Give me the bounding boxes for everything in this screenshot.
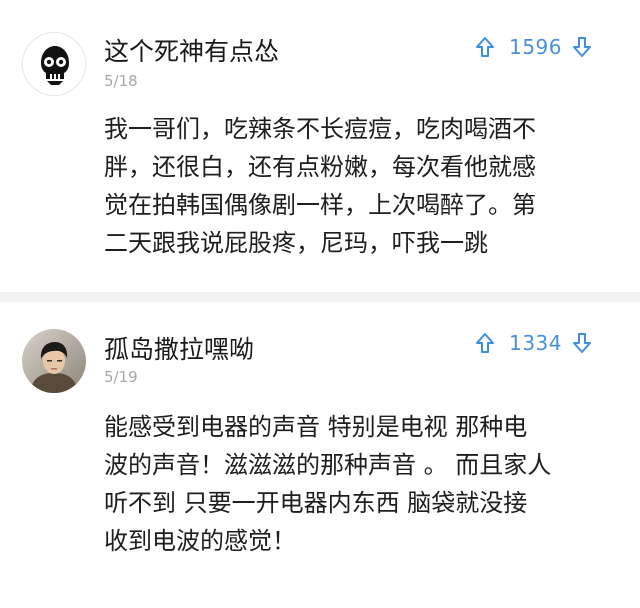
comment-card: 这个死神有点怂 5/18 1596 我一哥们，吃辣条不长痘痘，吃肉喝酒不 胖，还… <box>0 0 640 292</box>
arrow-up-icon <box>476 333 495 353</box>
comment-line: 收到电波的感觉！ <box>104 527 296 555</box>
arrow-down-icon <box>573 333 591 353</box>
comment-line: 胖，还很白，还有点粉嫩，每次看他就感 <box>104 153 536 181</box>
skull-icon <box>23 33 85 95</box>
person-photo-icon <box>22 329 86 393</box>
username[interactable]: 这个死神有点怂 <box>104 32 279 68</box>
comment-card: 孤岛撒拉嘿呦 5/19 1334 能感受到电器的声音 特别是电视 那种电 波的声… <box>0 302 640 608</box>
vote-count: 1596 <box>509 35 562 59</box>
comment-line: 能感受到电器的声音 特别是电视 那种电 <box>104 413 528 441</box>
arrow-down-icon <box>573 37 591 57</box>
comment-date: 5/19 <box>104 368 138 386</box>
comment-line: 二天跟我说屁股疼，尼玛，吓我一跳 <box>104 229 488 257</box>
comment-line: 波的声音！滋滋滋的那种声音 。 而且家人 <box>104 451 552 479</box>
vote-widget: 1334 <box>475 329 592 357</box>
upvote-button[interactable] <box>475 332 495 354</box>
comment-separator <box>0 292 640 302</box>
downvote-button[interactable] <box>572 332 592 354</box>
avatar[interactable] <box>22 32 86 96</box>
username[interactable]: 孤岛撒拉嘿呦 <box>104 330 254 366</box>
comment-date: 5/18 <box>104 72 138 90</box>
comment-line: 我一哥们，吃辣条不长痘痘，吃肉喝酒不 <box>104 115 536 143</box>
comment-text: 我一哥们，吃辣条不长痘痘，吃肉喝酒不 胖，还很白，还有点粉嫩，每次看他就感 觉在… <box>104 110 574 262</box>
upvote-button[interactable] <box>475 36 495 58</box>
avatar[interactable] <box>22 329 86 393</box>
comment-text: 能感受到电器的声音 特别是电视 那种电 波的声音！滋滋滋的那种声音 。 而且家人… <box>104 408 574 560</box>
comment-line: 听不到 只要一开电器内东西 脑袋就没接 <box>104 489 528 517</box>
arrow-up-icon <box>476 37 495 57</box>
downvote-button[interactable] <box>572 36 592 58</box>
vote-count: 1334 <box>509 331 562 355</box>
comment-line: 觉在拍韩国偶像剧一样，上次喝醉了。第 <box>104 191 536 219</box>
vote-widget: 1596 <box>475 33 592 61</box>
